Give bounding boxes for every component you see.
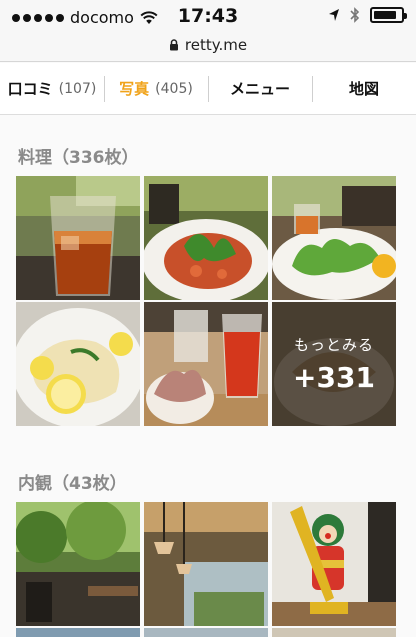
interior-photo-partial[interactable] xyxy=(272,628,396,637)
battery-icon xyxy=(370,7,407,23)
food-section-title: 料理（336枚） xyxy=(18,148,139,168)
tab-count: (405) xyxy=(155,80,193,97)
lock-icon xyxy=(169,39,178,51)
food-photo-iced-tea[interactable] xyxy=(16,176,140,300)
tab-map[interactable]: 地図 xyxy=(312,63,416,114)
interior-photo-clown-statue[interactable] xyxy=(272,502,396,626)
battery-level xyxy=(374,11,397,19)
more-label: もっとみる xyxy=(293,336,374,354)
tab-label: 写真 xyxy=(119,80,150,98)
tab-photos[interactable]: 写真 (405) xyxy=(104,63,208,114)
food-photo-lemon-pasta[interactable] xyxy=(16,302,140,426)
tab-label: メニュー xyxy=(229,80,290,98)
more-photos-overlay: もっとみる +331 xyxy=(272,302,396,426)
interior-photo-dining-room-lamps[interactable] xyxy=(144,502,268,626)
photo-tabs: 口コミ (107) 写真 (405) メニュー 地図 xyxy=(0,63,416,115)
tab-menu[interactable]: メニュー xyxy=(208,63,312,114)
tab-label: 地図 xyxy=(348,80,379,98)
more-count: +331 xyxy=(293,361,375,394)
more-photos-tile[interactable]: もっとみる +331 xyxy=(272,302,396,426)
url-text: retty.me xyxy=(184,36,248,54)
bluetooth-icon xyxy=(350,7,360,23)
food-photo-green-salad[interactable] xyxy=(272,176,396,300)
interior-photo-garden-terrace[interactable] xyxy=(16,502,140,626)
tab-count: (107) xyxy=(58,80,97,97)
status-bar: docomo 17:43 xyxy=(0,0,416,34)
status-icons xyxy=(328,7,407,23)
location-arrow-icon xyxy=(329,9,339,21)
address-bar[interactable]: retty.me xyxy=(0,34,416,62)
interior-photo-partial[interactable] xyxy=(144,628,268,637)
tab-reviews[interactable]: 口コミ (107) xyxy=(0,63,104,114)
tab-label: 口コミ xyxy=(7,80,53,98)
food-photo-tomato-salad-pasta[interactable] xyxy=(144,176,268,300)
interior-photo-partial[interactable] xyxy=(16,628,140,637)
interior-section-title: 内観（43枚） xyxy=(18,474,127,494)
food-photo-dessert-and-drinks[interactable] xyxy=(144,302,268,426)
